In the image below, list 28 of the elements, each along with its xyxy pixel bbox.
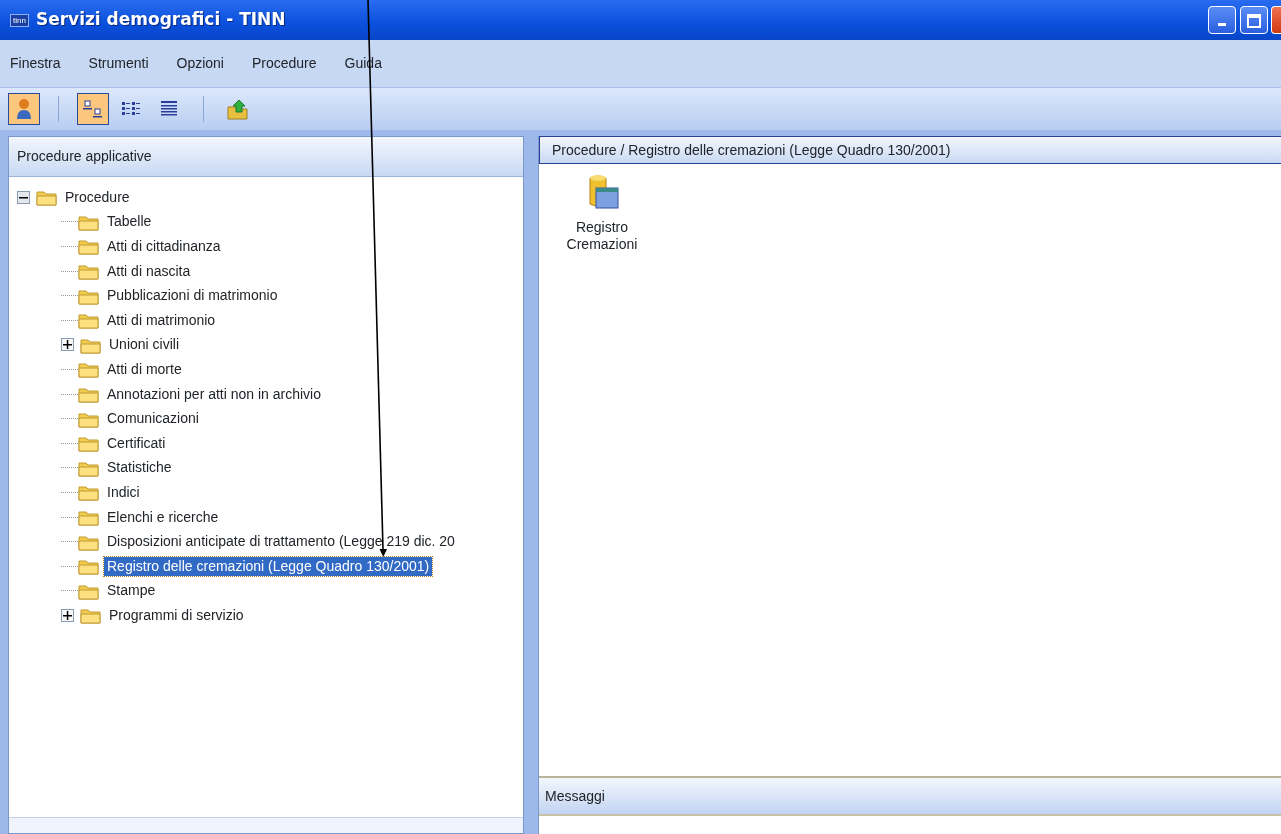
menu-item[interactable]: Procedure — [251, 53, 317, 74]
tree-item[interactable]: Certificati — [104, 433, 169, 453]
panel-title: Procedure applicative — [17, 147, 152, 166]
tree-item[interactable]: Statistiche — [104, 458, 175, 478]
menu-item[interactable]: Strumenti — [88, 53, 149, 74]
app-logo: tinn — [10, 13, 29, 27]
menu-item[interactable]: Finestra — [10, 53, 61, 74]
tree-item[interactable]: Unioni civili — [106, 335, 183, 355]
tree-item[interactable]: Programmi di servizio — [106, 605, 247, 625]
tree-item[interactable]: Comunicazioni — [104, 409, 202, 429]
tree-item[interactable]: Annotazioni per atti non in archivio — [104, 384, 325, 404]
tree-item[interactable]: Procedure — [62, 187, 133, 207]
icon-label[interactable]: Registro Cremazioni — [557, 219, 647, 253]
tree-item[interactable]: Indici — [104, 482, 143, 502]
tree-item[interactable]: Elenchi e ricerche — [104, 507, 222, 527]
window-title: Servizi demografici - TINN — [35, 8, 286, 32]
menu-item[interactable]: Opzioni — [176, 53, 224, 74]
messages-title: Messaggi — [545, 786, 605, 806]
tree-item[interactable]: Registro delle cremazioni (Legge Quadro 130/2001) — [104, 556, 433, 576]
breadcrumb-path: Procedure / Registro delle cremazioni (Legge Quadro 130/2001) — [552, 140, 951, 160]
tree-item[interactable]: Tabelle — [104, 212, 155, 232]
tree-item[interactable]: Atti di cittadinanza — [104, 237, 224, 256]
tree-item[interactable]: Pubblicazioni di matrimonio — [104, 286, 281, 306]
tree-item[interactable]: Disposizioni anticipate di trattamento (Legge 219 dic. 20 — [104, 532, 458, 552]
tree-item[interactable]: Stampe — [104, 581, 159, 601]
tree-item[interactable]: Atti di morte — [104, 359, 185, 379]
tree-item[interactable]: Atti di nascita — [104, 261, 194, 281]
tree-item[interactable]: Atti di matrimonio — [104, 310, 219, 330]
